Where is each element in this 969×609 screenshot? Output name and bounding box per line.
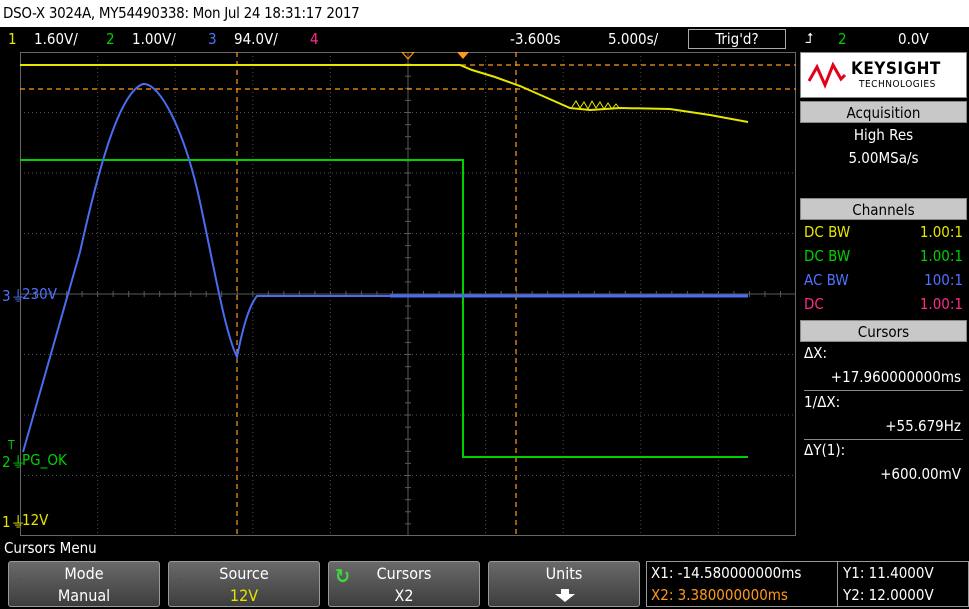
channel-row[interactable]: DC BW 1.00:1	[804, 244, 963, 268]
brand-name: KEYSIGHT	[851, 59, 941, 79]
ch2-scale[interactable]: 1.00V/	[132, 27, 176, 51]
x1-readout: X1: -14.580000000ms	[651, 564, 802, 582]
delta-x-value: +17.960000000ms	[830, 368, 961, 386]
acquisition-mode: High Res	[853, 126, 914, 144]
x2-readout: X2: 3.380000000ms	[651, 586, 788, 604]
cursor-readout: X1: -14.580000000ms X2: 3.380000000ms Y1…	[646, 561, 969, 607]
ch1-scale[interactable]: 1.60V/	[34, 27, 78, 51]
delay-marker	[457, 52, 469, 59]
ch1-noise	[571, 99, 621, 111]
channels-header[interactable]: Channels	[800, 198, 967, 220]
inverse-delta-x-label: 1/ΔX:	[804, 393, 841, 411]
cursors-header[interactable]: Cursors	[800, 320, 967, 342]
trigger-status[interactable]: Trig'd?	[688, 29, 786, 49]
keysight-wave-icon	[807, 61, 847, 89]
brand-logo: KEYSIGHT TECHNOLOGIES	[800, 52, 967, 98]
ch3-label: 230V	[22, 285, 57, 303]
ch2-waveform	[20, 159, 748, 458]
waveform-display[interactable]	[20, 52, 796, 536]
ch1-number[interactable]: 1	[8, 27, 17, 51]
cursors-softkey[interactable]: ↻ Cursors X2	[328, 561, 480, 607]
trigger-marker: T	[8, 438, 15, 452]
ch3-number[interactable]: 3	[208, 27, 217, 51]
sample-rate: 5.00MSa/s	[848, 149, 919, 167]
delay-readout[interactable]: -3.600s	[510, 27, 561, 51]
ch4-number[interactable]: 4	[310, 27, 319, 51]
channel-row[interactable]: DC 1.00:1	[804, 292, 963, 316]
inverse-delta-x-value: +55.679Hz	[885, 417, 961, 435]
ch3-scale[interactable]: 94.0V/	[234, 27, 278, 51]
arrow-down-icon	[555, 589, 575, 602]
ch3-waveform	[22, 83, 748, 453]
delta-x-label: ΔX:	[804, 344, 828, 362]
delta-y-label: ΔY(1):	[804, 441, 846, 459]
trigger-edge-icon: ⮥	[805, 31, 814, 47]
timebase-readout[interactable]: 5.000s/	[608, 27, 658, 51]
ch2-number[interactable]: 2	[106, 27, 115, 51]
ch1-waveform	[20, 64, 749, 123]
channel-row[interactable]: DC BW 1.00:1	[804, 220, 963, 244]
cursors-body: ΔX: +17.960000000ms 1/ΔX: +55.679Hz ΔY(1…	[800, 342, 967, 492]
mode-softkey[interactable]: ↻ Mode Manual	[8, 561, 160, 607]
source-softkey[interactable]: ↻ Source 12V	[168, 561, 320, 607]
y1-readout: Y1: 11.4000V	[843, 564, 934, 582]
channel-row[interactable]: AC BW 100:1	[804, 268, 963, 292]
ch1-label: 12V	[22, 511, 49, 529]
menu-title: Cursors Menu	[4, 539, 97, 557]
acquisition-body: High Res 5.00MSa/s	[800, 123, 967, 195]
acquisition-header[interactable]: Acquisition	[800, 101, 967, 123]
ch2-label: PG_OK	[22, 451, 67, 469]
channel-status-bar: 1 1.60V/ 2 1.00V/ 3 94.0V/ 4 -3.600s 5.0…	[0, 27, 969, 51]
channels-body: DC BW 1.00:1 DC BW 1.00:1 AC BW 100:1 DC 1.0…	[800, 220, 967, 318]
trigger-level[interactable]: 0.0V	[898, 27, 929, 51]
window-title: DSO-X 3024A, MY54490338: Mon Jul 24 18:3…	[0, 0, 969, 27]
units-softkey[interactable]: Units	[488, 561, 640, 607]
trigger-channel[interactable]: 2	[838, 27, 847, 51]
y2-readout: Y2: 12.0000V	[843, 586, 934, 604]
brand-sub: TECHNOLOGIES	[859, 79, 936, 90]
delta-y-value: +600.00mV	[880, 465, 961, 483]
graticule	[20, 52, 796, 536]
